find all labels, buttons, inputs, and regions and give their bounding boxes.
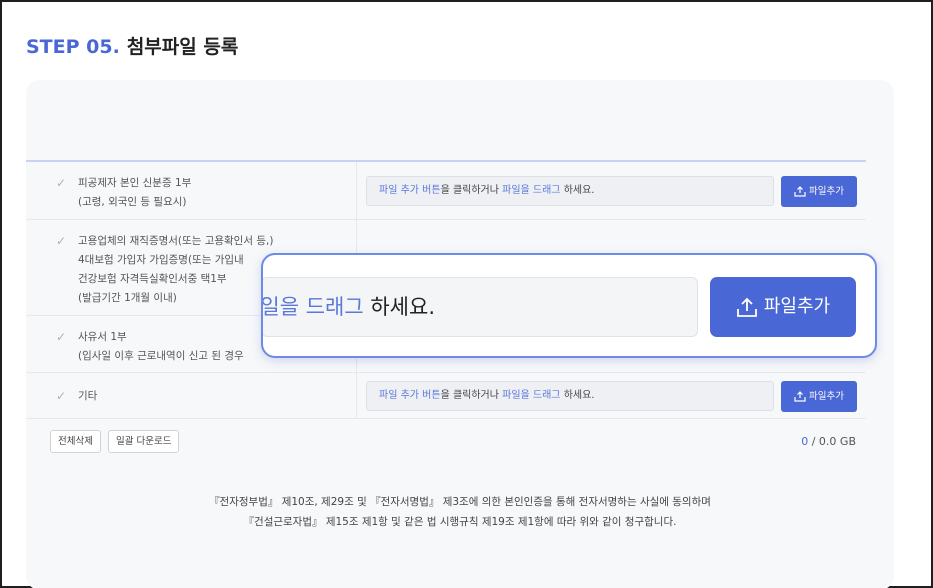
upload-icon [794,186,806,197]
desc-line: 4대보험 가입자 가입증명(또는 가입내 [78,254,244,266]
desc-line: (입사일 이후 근로내역이 신고 된 경우 [78,350,244,362]
zoomed-drag-link: 일을 드래그 [261,295,364,319]
zoomed-drop-hint: 하세요. [363,295,435,319]
download-all-button[interactable]: 일괄 다운로드 [108,430,180,453]
check-icon: ✓ [56,330,67,344]
desc-line: 건강보험 자격득실확인서중 택1부 [78,273,227,285]
desc-line: 고용업체의 재직증명서(또는 고용확인서 등,) [78,235,274,247]
add-file-button[interactable]: 파일추가 [781,381,857,412]
delete-all-button[interactable]: 전체삭제 [50,430,101,453]
upload-icon [794,391,806,402]
storage-usage: 0 / 0.0 GB [801,435,856,448]
column-divider [356,373,357,418]
drag-file-link: 파일을 드래그 [502,185,561,196]
add-file-link[interactable]: 파일 추가 버튼 [379,185,441,196]
add-file-label: 파일추가 [809,391,844,402]
upload-icon [736,297,757,317]
zoomed-add-file-label: 파일추가 [763,296,831,317]
desc-line: 피공제자 본인 신분증 1부 [78,177,192,189]
add-file-link[interactable]: 파일 추가 버튼 [379,390,441,401]
desc-line: (발급기간 1개월 이내) [78,292,177,304]
agreement-line: 『건설근로자법』 제15조 제1항 및 같은 법 시행규칙 제19조 제1항에 … [243,516,677,528]
drop-hint: 을 클릭하거나 [440,185,503,196]
section-title: 첨부파일 등록 [126,36,239,58]
drop-hint-end: 하세요. [560,390,595,401]
zoomed-add-file-button[interactable]: 파일추가 [710,277,856,337]
agreement-line: 『전자정부법』 제10조, 제29조 및 『전자서명법』 제3조에 의한 본인인… [209,496,711,508]
file-drop-field[interactable]: 파일 추가 버튼을 클릭하거나 파일을 드래그 하세요. [366,381,774,411]
step-number: STEP 05. [26,36,120,58]
desc-line: 기타 [78,390,98,402]
storage-total: / 0.0 GB [808,435,856,448]
zoom-callout: 일을 드래그 하세요. 파일추가 [261,253,877,358]
column-divider [356,162,357,219]
check-icon: ✓ [56,234,67,248]
row-description: 피공제자 본인 신분증 1부 (고령, 외국인 등 필요시) [78,174,191,212]
drag-file-link: 파일을 드래그 [502,390,561,401]
table-row-other: ✓ 기타 파일 추가 버튼을 클릭하거나 파일을 드래그 하세요. 파일추가 [26,373,866,419]
desc-line: 사유서 1부 [78,331,127,343]
drop-hint: 을 클릭하거나 [440,390,503,401]
check-icon: ✓ [56,389,67,403]
row-description: 고용업체의 재직증명서(또는 고용확인서 등,) 4대보험 가입자 가입증명(또… [78,232,273,308]
check-icon: ✓ [56,176,67,190]
add-file-label: 파일추가 [809,186,844,197]
zoomed-file-drop-field[interactable]: 일을 드래그 하세요. [261,277,698,337]
drop-hint-end: 하세요. [560,185,595,196]
section-heading: STEP 05. 첨부파일 등록 [26,32,238,59]
desc-line: (고령, 외국인 등 필요시) [78,196,187,208]
row-description: 기타 [78,387,97,406]
file-drop-field[interactable]: 파일 추가 버튼을 클릭하거나 파일을 드래그 하세요. [366,176,774,206]
row-description: 사유서 1부 (입사일 이후 근로내역이 신고 된 경우 [78,328,244,366]
add-file-button[interactable]: 파일추가 [781,176,857,207]
table-row-id-card: ✓ 피공제자 본인 신분증 1부 (고령, 외국인 등 필요시) 파일 추가 버… [26,162,866,220]
